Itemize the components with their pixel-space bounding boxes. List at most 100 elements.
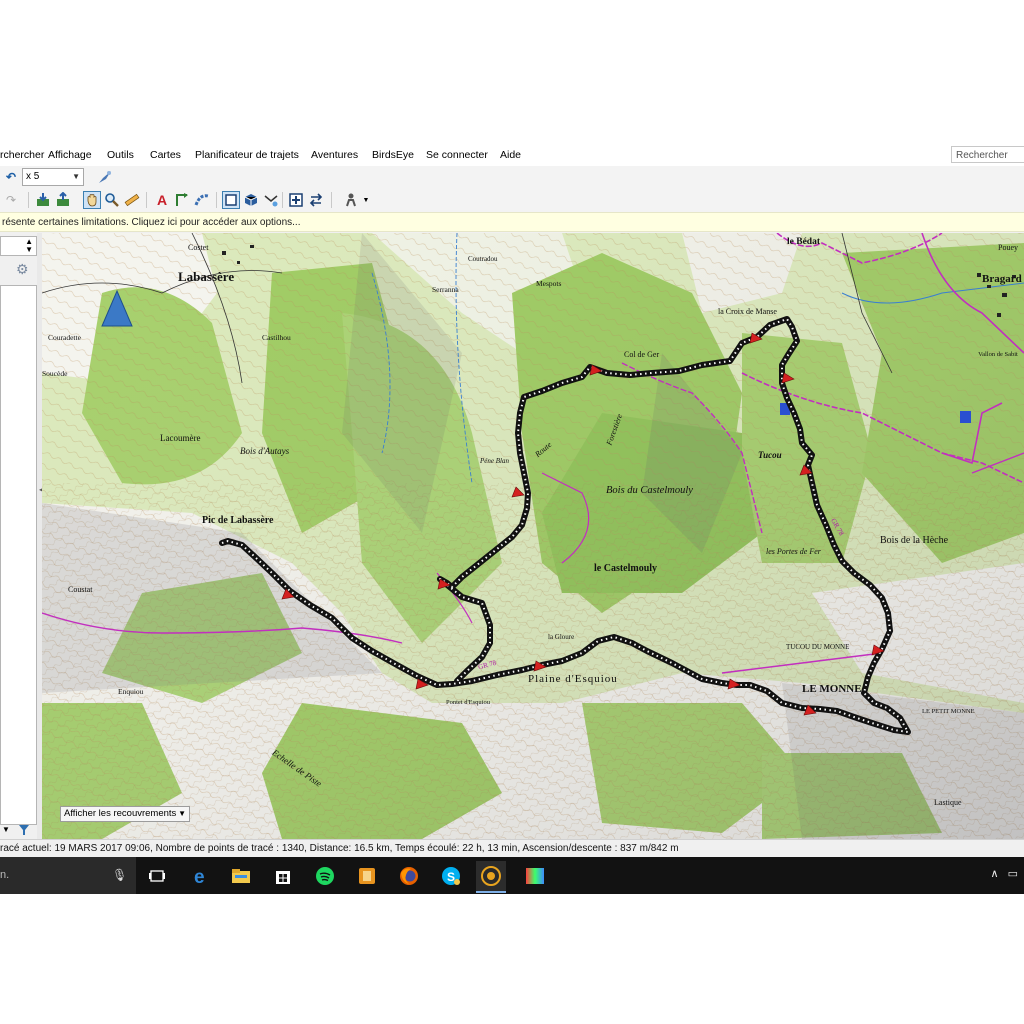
receive-from-device-icon[interactable] [34,191,52,209]
toolbar-divider [146,192,147,208]
map-label-bois-heche: Bois de la Hèche [880,535,949,546]
map-label-labassere: Labassère [178,269,235,284]
fit-map-icon[interactable] [287,191,305,209]
menu-cartes[interactable]: Cartes [150,149,181,161]
send-to-device-icon[interactable] [96,168,114,186]
toolbar-divider [28,192,29,208]
profile-tool-button[interactable]: ▼ [338,191,374,209]
info-bar[interactable]: résente certaines limitations. Cliquez i… [0,212,1024,232]
menu-planificateur[interactable]: Planificateur de trajets [195,149,299,161]
menu-birdseye[interactable]: BirdsEye [372,149,414,161]
redo-icon[interactable]: ↷ [2,191,20,209]
map-label-enquiou: Enquiou [118,687,144,696]
search-input[interactable]: Rechercher [951,146,1024,163]
overlay-select-value: Afficher les recouvrements [64,808,177,819]
system-tray[interactable]: ∧ ▭ [990,867,1018,880]
zoom-value: x 5 [26,171,40,182]
file-explorer-icon[interactable] [226,861,256,891]
map-label-bois-autays: Bois d'Autays [240,446,290,456]
library-panel: ▲ ▼ ⚙ ▼ [0,233,40,839]
library-list[interactable] [0,285,37,825]
map-label-portes-fer: les Portes de Fer [766,547,821,556]
status-bar: racé actuel: 19 MARS 2017 09:06, Nombre … [0,839,1024,858]
menu-se-connecter[interactable]: Se connecter [426,149,488,161]
battery-icon[interactable]: ▭ [1008,868,1018,880]
topo-map[interactable]: Labassère Costet Pic de Labassère Bois d… [42,233,1024,839]
taskbar-search-text: n. [0,869,10,881]
map-label-lacoumere: Lacoumère [160,433,201,443]
menu-search[interactable]: rchercher [0,149,44,161]
map-label-le-castelmouly: le Castelmouly [594,563,658,574]
map-label-peme-blan: Péne Blan [480,457,509,465]
microphone-icon[interactable]: 🎙 [112,868,127,882]
zoom-tool-icon[interactable] [103,191,121,209]
menu-outils[interactable]: Outils [107,149,134,161]
chevron-down-icon[interactable]: ▼ [2,825,10,834]
map-label-coutradou: Coutradou [468,255,498,263]
library-select[interactable]: ▲ ▼ [0,236,37,256]
photos-icon[interactable] [520,861,550,891]
map-label-gloure: la Gloure [548,633,575,641]
map-label-soucede: Soucède [42,369,68,378]
map-label-bragard: Bragard [982,273,1022,285]
overlay-select[interactable]: Afficher les recouvrements ▼ [60,806,190,822]
map-label-le-bedat: le Bédat [787,237,820,247]
map-label-le-monne: LE MONNE [802,683,862,695]
gear-icon[interactable]: ⚙ [16,261,29,278]
windows-taskbar: n. 🎙 e S ∧ ▭ [0,857,1024,894]
map-label-col-de-ger: Col de Ger [624,350,660,359]
filter-view-icon[interactable] [262,191,280,209]
spotify-icon[interactable] [310,861,340,891]
new-waypoint-icon[interactable]: A [153,191,171,209]
sync-icon[interactable] [307,191,325,209]
chevron-down-icon: ▼ [178,809,186,818]
toolbar-divider [331,192,332,208]
svg-text:S: S [447,870,455,884]
spin-down-icon: ▼ [25,245,33,254]
firefox-icon[interactable] [394,861,424,891]
3d-view-icon[interactable] [242,191,260,209]
new-track-icon[interactable] [193,191,211,209]
undo-icon[interactable]: ↶ [2,168,20,186]
menu-aventures[interactable]: Aventures [311,149,358,161]
basecamp-icon[interactable] [476,861,506,893]
map-label-pic-labassere: Pic de Labassère [202,515,274,526]
task-view-icon[interactable] [142,861,172,891]
map-label-castilhou: Castilhou [262,333,291,342]
store-icon[interactable] [268,861,298,891]
menu-aide[interactable]: Aide [500,149,521,161]
map-label-plaine-esquiou: Plaine d'Esquiou [528,673,618,685]
map-label-costet: Costet [188,243,209,252]
chevron-down-icon: ▼ [72,172,80,181]
toolbar-main: ↷ A ▼ [0,188,1024,212]
map-label-lastique: Lastique [934,798,962,807]
menu-affichage[interactable]: Affichage [48,149,92,161]
new-route-icon[interactable] [173,191,191,209]
skype-icon[interactable]: S [436,861,466,891]
hand-tool-icon[interactable] [83,191,101,209]
2d-view-icon[interactable] [222,191,240,209]
svg-text:e: e [194,867,205,886]
map-label-coustat: Coustat [68,585,93,594]
chevron-down-icon: ▼ [362,196,370,204]
map-label-bois-castelmouly: Bois du Castelmouly [606,485,693,496]
map-label-croix-manse: la Croix de Manse [718,307,777,316]
parking-icon [960,411,971,423]
menu-bar: rchercher Affichage Outils Cartes Planif… [0,144,1024,166]
measure-tool-icon[interactable] [123,191,141,209]
map-canvas[interactable] [42,233,1024,839]
map-label-mespots: Mespots [536,279,562,288]
edge-icon[interactable]: e [186,861,216,891]
map-label-serranna: Serranna [432,285,459,294]
zoom-select[interactable]: x 5 ▼ [22,168,84,186]
map-label-couradette: Couradette [48,333,81,342]
map-label-pontet: Pontet d'Esquiou [446,699,490,706]
chevron-up-icon[interactable]: ∧ [990,868,998,880]
map-label-tucou: Tucou [758,450,782,460]
app-icon[interactable] [352,861,382,891]
send-device-icon[interactable] [54,191,72,209]
map-label-vallon: Vallon de Sabit [978,351,1018,358]
toolbar-divider [216,192,217,208]
map-label-petit-monne: LE PETIT MONNE [922,708,975,715]
basecamp-window: rchercher Affichage Outils Cartes Planif… [0,144,1024,894]
